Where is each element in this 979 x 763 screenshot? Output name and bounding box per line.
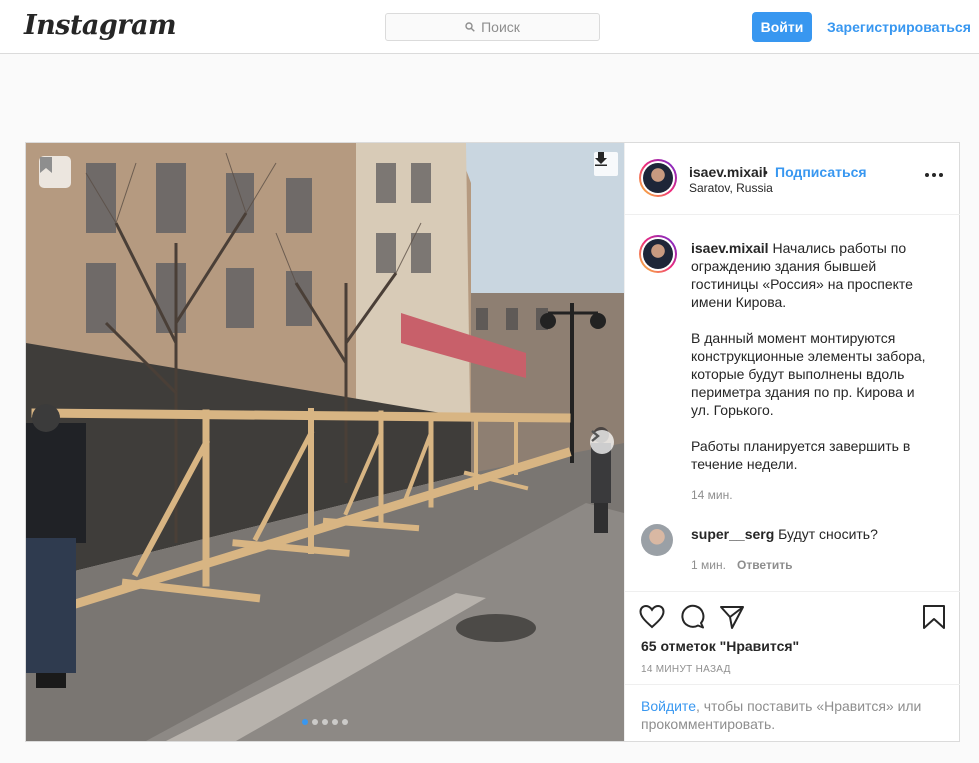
top-nav: Instagram Поиск Войти Зарегистрироваться [0, 0, 979, 54]
bookmark-icon [40, 157, 52, 173]
instagram-logo[interactable]: Instagram [24, 10, 177, 41]
reply-button[interactable]: Ответить [737, 558, 792, 572]
login-prompt: Войдите, чтобы поставить «Нравится» или … [625, 684, 960, 745]
comment-text: Будут сносить? [778, 526, 878, 542]
login-button[interactable]: Войти [752, 12, 812, 42]
post-header: isaev.mixail • Подписаться Saratov, Russ… [625, 143, 960, 215]
search-placeholder: Поиск [481, 19, 520, 35]
post-card: isaev.mixail • Подписаться Saratov, Russ… [25, 142, 960, 742]
more-options-icon[interactable] [925, 173, 943, 177]
author-avatar[interactable] [639, 159, 677, 197]
comment-time[interactable]: 1 мин. [691, 558, 726, 572]
register-link[interactable]: Зарегистрироваться [827, 19, 971, 35]
login-link[interactable]: Войдите [641, 698, 696, 714]
carousel-dot[interactable] [302, 719, 308, 725]
caption-author-avatar[interactable] [639, 235, 677, 273]
download-icon[interactable] [594, 152, 618, 176]
heart-icon[interactable] [639, 604, 665, 630]
post-actions: 65 отметок "Нравится" 14 МИНУТ НАЗАД Вой… [625, 591, 960, 741]
search-icon [465, 22, 475, 32]
carousel-dot[interactable] [342, 719, 348, 725]
caption-time[interactable]: 14 мин. [691, 488, 733, 502]
post-photo[interactable] [26, 143, 624, 741]
separator-dot: • [763, 164, 768, 180]
caption-paragraph: В данный момент монтируются конструкцион… [691, 330, 926, 418]
carousel-dot[interactable] [322, 719, 328, 725]
carousel-dots [302, 719, 348, 725]
comment-icon[interactable] [679, 604, 705, 630]
follow-button[interactable]: Подписаться [775, 164, 867, 180]
caption-paragraph: Работы планируется завершить в течение н… [691, 438, 911, 472]
comment-username[interactable]: super__serg [691, 526, 774, 542]
author-username[interactable]: isaev.mixail [689, 164, 767, 180]
post-timestamp[interactable]: 14 МИНУТ НАЗАД [641, 664, 731, 675]
save-badge[interactable] [39, 156, 71, 188]
share-icon[interactable] [719, 604, 745, 630]
carousel-dot[interactable] [332, 719, 338, 725]
post-side-panel: isaev.mixail • Подписаться Saratov, Russ… [624, 143, 960, 741]
search-input[interactable]: Поиск [385, 13, 600, 41]
caption-username[interactable]: isaev.mixail [691, 240, 769, 256]
carousel-next-button[interactable] [590, 430, 614, 454]
post-caption: isaev.mixail Начались работы по огражден… [691, 239, 931, 491]
likes-count[interactable]: 65 отметок "Нравится" [641, 638, 799, 654]
post-location[interactable]: Saratov, Russia [689, 181, 773, 195]
save-icon[interactable] [921, 604, 947, 630]
chevron-right-icon [591, 430, 600, 442]
comment: super__serg Будут сносить? [691, 526, 878, 542]
carousel-dot[interactable] [312, 719, 318, 725]
photo-street-scene [26, 143, 624, 741]
comment-avatar[interactable] [641, 524, 673, 556]
